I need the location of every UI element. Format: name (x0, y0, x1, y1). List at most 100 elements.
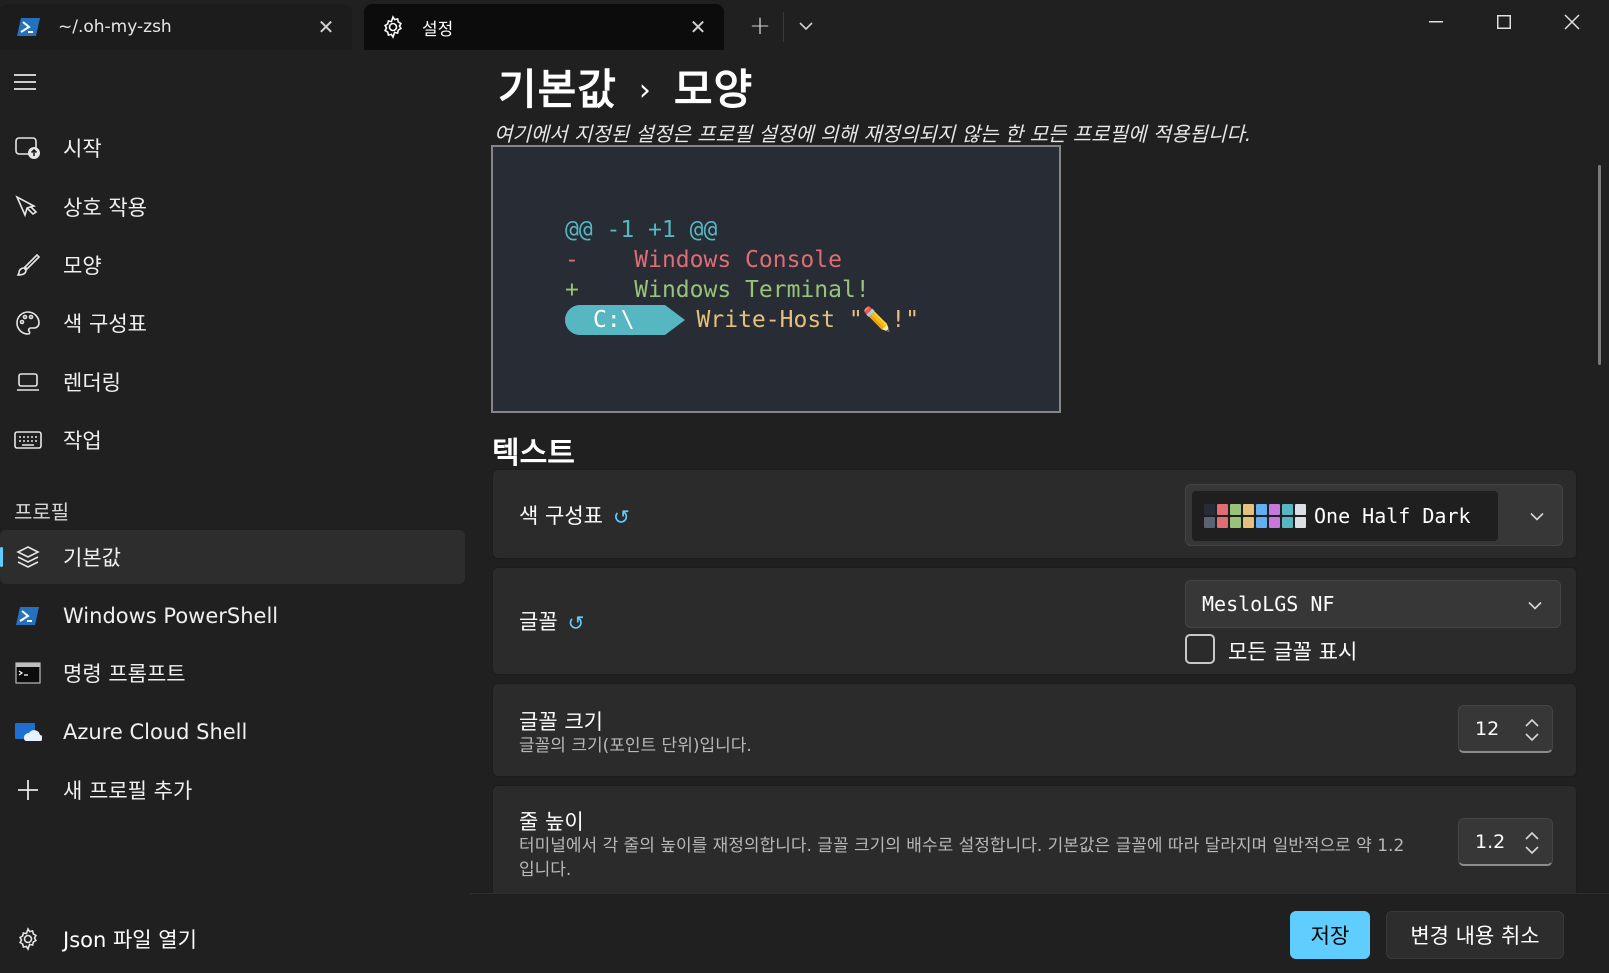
reset-icon[interactable]: ↺ (568, 611, 585, 635)
font-size-setting: 글꼴 크기 글꼴의 크기(포인트 단위)입니다. 12 (492, 683, 1577, 777)
page-subtitle: 여기에서 지정된 설정은 프로필 설정에 의해 재정의되지 않는 한 모든 프로… (494, 122, 1252, 146)
prompt-arrow (664, 305, 685, 335)
sidebar-item-azure-cloud-shell[interactable]: Azure Cloud Shell (0, 705, 465, 759)
reset-icon[interactable]: ↺ (613, 505, 630, 529)
chevron-down-icon (1528, 595, 1542, 614)
menu-icon[interactable] (12, 72, 42, 102)
profiles-header: 프로필 (14, 500, 70, 524)
sidebar-item-rendering[interactable]: 렌더링 (0, 355, 465, 409)
font-setting: 글꼴 ↺ MesloLGS NF 모든 글꼴 표시 (492, 567, 1577, 675)
cmd-icon (13, 658, 43, 688)
brush-icon (13, 250, 43, 280)
selection-indicator (0, 547, 3, 567)
new-tab-button[interactable]: + (740, 6, 780, 46)
chevron-down-icon[interactable] (786, 6, 826, 46)
color-swatch (1295, 504, 1306, 515)
color-swatches (1204, 504, 1306, 528)
preview-diff-header: @@ -1 +1 @@ (565, 217, 718, 243)
azure-icon (13, 717, 43, 747)
color-swatch (1282, 517, 1293, 528)
sidebar-item-label: 기본값 (63, 546, 121, 570)
color-swatch (1295, 517, 1306, 528)
maximize-button[interactable] (1470, 0, 1538, 44)
startup-icon (13, 133, 43, 163)
tab-oh-my-zsh[interactable]: ~/.oh-my-zsh ✕ (0, 4, 352, 50)
scrollbar[interactable] (1598, 165, 1601, 365)
terminal-preview: @@ -1 +1 @@ - Windows Console + Windows … (491, 145, 1061, 413)
breadcrumb-parent[interactable]: 기본값 (498, 65, 617, 114)
stepper-arrows-icon[interactable] (1524, 829, 1540, 857)
sidebar-item-label: Windows PowerShell (63, 604, 279, 628)
removed-sign: - (565, 247, 579, 273)
save-button[interactable]: 저장 (1290, 911, 1370, 959)
line-height-value: 1.2 (1475, 831, 1506, 853)
color-swatch (1282, 504, 1293, 515)
sidebar-item-interaction[interactable]: 상호 작용 (0, 180, 465, 234)
preview-added-line: + Windows Terminal! (565, 277, 870, 303)
line-height-description: 터미널에서 각 줄의 높이를 재정의합니다. 글꼴 크기의 배수로 설정합니다.… (519, 836, 1405, 880)
sidebar: 시작 상호 작용 모양 색 구성표 렌더링 작업 프로필 기본값 Windows… (0, 50, 470, 973)
tab-settings[interactable]: 설정 ✕ (364, 4, 724, 50)
sidebar-item-command-prompt[interactable]: 명령 프롬프트 (0, 646, 465, 700)
chevron-down-icon (1530, 506, 1544, 525)
palette-icon (13, 308, 43, 338)
gear-icon (13, 924, 43, 954)
tab-divider (783, 12, 784, 42)
removed-text: Windows Console (634, 247, 842, 273)
sidebar-item-startup[interactable]: 시작 (0, 121, 465, 175)
color-scheme-selected: One Half Dark (1192, 491, 1498, 541)
preview-prompt-line: C:\ Write-Host "✏️!" (565, 305, 919, 335)
font-size-stepper[interactable]: 12 (1458, 705, 1553, 753)
sidebar-item-label: 모양 (63, 254, 102, 278)
breadcrumb: 기본값 › 모양 (498, 56, 753, 117)
discard-changes-button[interactable]: 변경 내용 취소 (1386, 911, 1564, 959)
sidebar-item-add-profile[interactable]: 새 프로필 추가 (0, 763, 465, 817)
line-height-stepper[interactable]: 1.2 (1458, 818, 1553, 866)
sidebar-item-label: 작업 (63, 429, 102, 453)
color-swatch (1230, 504, 1241, 515)
keyboard-icon (13, 425, 43, 455)
sidebar-item-label: 명령 프롬프트 (63, 662, 186, 686)
font-dropdown[interactable]: MesloLGS NF (1185, 580, 1561, 628)
color-scheme-value: One Half Dark (1314, 504, 1471, 528)
sidebar-item-windows-powershell[interactable]: Windows PowerShell (0, 589, 465, 643)
layers-icon (13, 542, 43, 572)
sidebar-item-label: Azure Cloud Shell (63, 720, 248, 744)
sidebar-item-defaults[interactable]: 기본값 (0, 530, 465, 584)
plus-icon (13, 775, 43, 805)
close-icon[interactable]: ✕ (678, 7, 718, 47)
open-json-label: Json 파일 열기 (63, 928, 197, 952)
title-bar: ~/.oh-my-zsh ✕ 설정 ✕ + (0, 0, 1609, 50)
breadcrumb-separator: › (638, 73, 652, 108)
color-swatch (1256, 504, 1267, 515)
color-swatch (1269, 504, 1280, 515)
sidebar-item-color-schemes[interactable]: 색 구성표 (0, 296, 465, 350)
laptop-icon (13, 367, 43, 397)
color-swatch (1217, 517, 1228, 528)
sidebar-item-label: 새 프로필 추가 (63, 779, 193, 803)
color-swatch (1269, 517, 1280, 528)
show-all-fonts-checkbox[interactable] (1185, 634, 1215, 664)
color-swatch (1243, 504, 1254, 515)
added-sign: + (565, 277, 579, 303)
preview-removed-line: - Windows Console (565, 247, 842, 273)
sidebar-item-appearance[interactable]: 모양 (0, 238, 465, 292)
close-icon[interactable]: ✕ (306, 7, 346, 47)
color-scheme-dropdown[interactable]: One Half Dark (1185, 484, 1563, 546)
stepper-arrows-icon[interactable] (1524, 716, 1540, 744)
close-window-button[interactable] (1538, 0, 1606, 44)
minimize-button[interactable] (1402, 0, 1470, 44)
footer-divider (470, 893, 1609, 894)
section-title-text: 텍스트 (492, 436, 575, 471)
sidebar-item-label: 색 구성표 (63, 312, 147, 336)
color-scheme-setting: 색 구성표 ↺ One Half Dark (492, 469, 1577, 559)
line-height-label: 줄 높이 (519, 810, 584, 834)
open-json-button[interactable]: Json 파일 열기 (0, 912, 465, 966)
preview-command: Write-Host "✏️!" (696, 307, 920, 333)
settings-content: 기본값 › 모양 여기에서 지정된 설정은 프로필 설정에 의해 재정의되지 않는 … (470, 50, 1609, 893)
sidebar-item-actions[interactable]: 작업 (0, 413, 465, 467)
powershell-icon (16, 14, 42, 40)
color-swatch (1217, 504, 1228, 515)
sidebar-item-label: 시작 (63, 137, 102, 161)
font-size-description: 글꼴의 크기(포인트 단위)입니다. (519, 736, 752, 756)
